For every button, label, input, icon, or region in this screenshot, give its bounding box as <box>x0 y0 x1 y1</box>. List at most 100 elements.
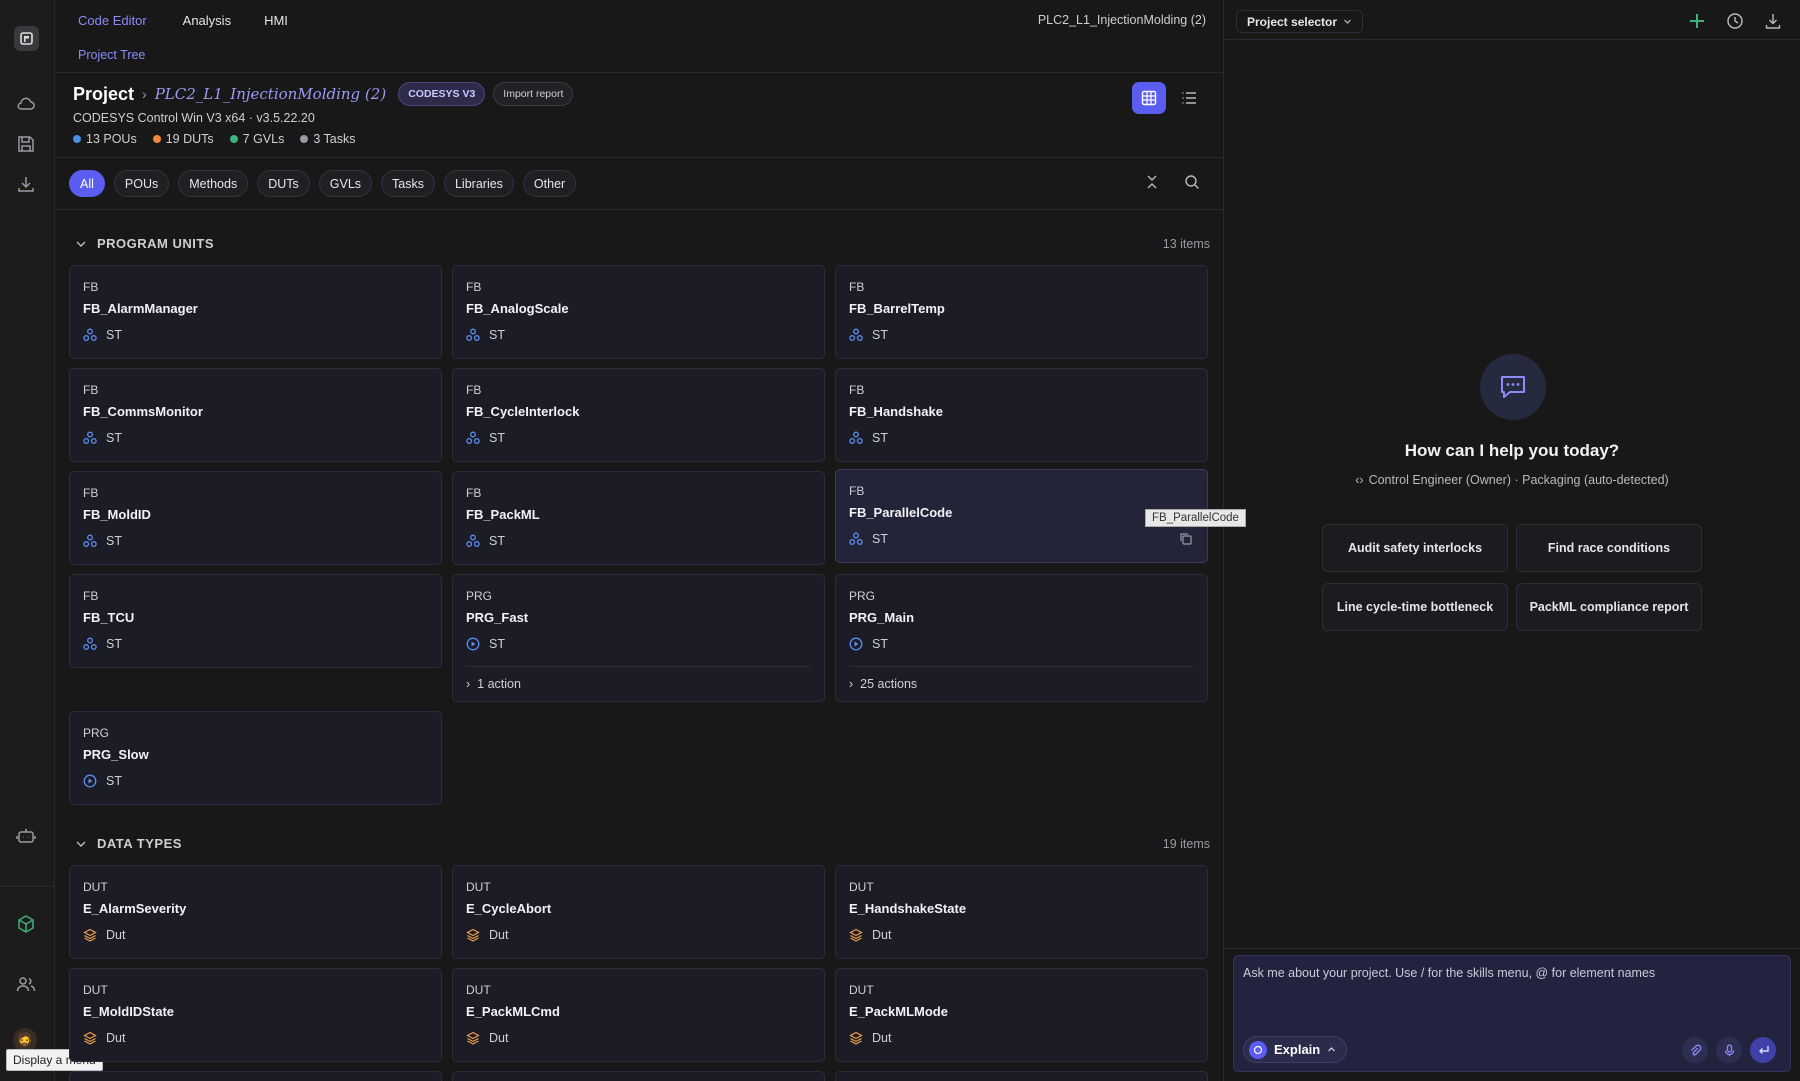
tab-analysis[interactable]: Analysis <box>183 13 231 28</box>
pou-card[interactable]: FB FB_TCU ST <box>69 574 442 668</box>
filter-methods[interactable]: Methods <box>178 170 249 197</box>
dut-card[interactable]: DUT E_PackMLCmd Dut <box>452 968 825 1062</box>
fb-icon <box>83 328 97 341</box>
tab-code-editor[interactable]: Code Editor <box>78 13 147 28</box>
download-icon[interactable] <box>16 174 36 194</box>
pou-lang: ST <box>106 637 122 651</box>
package-icon[interactable] <box>16 914 36 934</box>
fb-icon <box>466 328 480 341</box>
attach-icon[interactable] <box>1682 1037 1708 1063</box>
pou-name: PRG_Main <box>849 610 915 625</box>
project-header: Project › PLC2_L1_InjectionMolding (2) C… <box>73 82 574 106</box>
collapse-all-icon[interactable] <box>1144 174 1160 190</box>
pou-kind: FB <box>466 280 482 294</box>
pou-name: FB_MoldID <box>83 507 151 522</box>
copy-icon[interactable] <box>1179 532 1192 548</box>
download-icon[interactable] <box>1764 12 1782 30</box>
import-report-button[interactable]: Import report <box>493 82 574 106</box>
tab-project-tree[interactable]: Project Tree <box>78 48 145 62</box>
pou-lang: ST <box>489 328 505 342</box>
dut-name: E_AlarmSeverity <box>83 901 187 916</box>
dut-card-partial[interactable] <box>69 1071 442 1081</box>
prg-icon <box>849 637 863 651</box>
fb-icon <box>849 328 863 341</box>
suggestion-button[interactable]: Find race conditions <box>1516 524 1702 572</box>
filter-tasks[interactable]: Tasks <box>381 170 435 197</box>
actions-expander[interactable]: › 1 action <box>466 666 811 691</box>
actions-expander[interactable]: › 25 actions <box>849 666 1194 691</box>
dut-card[interactable]: DUT E_PackMLMode Dut <box>835 968 1208 1062</box>
prg-icon <box>83 774 97 788</box>
history-icon[interactable] <box>1726 12 1744 30</box>
pou-kind: PRG <box>849 589 876 603</box>
project-name[interactable]: PLC2_L1_InjectionMolding (2) <box>155 85 386 103</box>
grid-view-button[interactable] <box>1132 82 1166 114</box>
save-icon[interactable] <box>16 134 36 154</box>
chat-input[interactable]: Ask me about your project. Use / for the… <box>1233 955 1791 1072</box>
sub-nav: Project Tree <box>56 40 1224 73</box>
search-icon[interactable] <box>1184 174 1200 190</box>
filter-other[interactable]: Other <box>522 170 577 197</box>
fb-icon <box>466 431 480 444</box>
microphone-icon[interactable] <box>1716 1037 1742 1063</box>
dut-card-partial[interactable] <box>835 1071 1208 1081</box>
pou-kind: FB <box>83 383 99 397</box>
suggestion-button[interactable]: Audit safety interlocks <box>1322 524 1508 572</box>
pou-name: PRG_Slow <box>83 747 149 762</box>
section-data-types[interactable]: DATA TYPES <box>75 836 182 851</box>
dut-card[interactable]: DUT E_AlarmSeverity Dut <box>69 865 442 959</box>
dut-kind: DUT <box>849 983 874 997</box>
pou-lang: ST <box>106 431 122 445</box>
pou-lang: ST <box>106 774 122 788</box>
pou-card[interactable]: FB FB_MoldID ST <box>69 471 442 565</box>
app-logo-icon[interactable] <box>14 26 39 51</box>
dut-card[interactable]: DUT E_CycleAbort Dut <box>452 865 825 959</box>
dut-card-partial[interactable] <box>452 1071 825 1081</box>
filter-all[interactable]: All <box>69 170 105 197</box>
pou-card[interactable]: FB FB_PackML ST <box>452 471 825 565</box>
page-title: Project <box>73 83 135 104</box>
suggestion-button[interactable]: PackML compliance report <box>1516 583 1702 631</box>
project-file-name: PLC2_L1_InjectionMolding (2) <box>1037 13 1206 27</box>
suggestion-button[interactable]: Line cycle-time bottleneck <box>1322 583 1508 631</box>
filter-pous[interactable]: POUs <box>113 170 170 197</box>
program-units-count: 13 items <box>1162 237 1210 251</box>
pou-card[interactable]: FB FB_AnalogScale ST <box>452 265 825 359</box>
list-view-button[interactable] <box>1172 82 1206 114</box>
filter-gvls[interactable]: GVLs <box>318 170 373 197</box>
pou-card[interactable]: FB FB_Handshake ST <box>835 368 1208 462</box>
pou-kind: FB <box>466 383 482 397</box>
project-stats: 13 POUs 19 DUTs 7 GVLs 3 Tasks <box>73 132 356 146</box>
chevron-up-icon <box>1328 1047 1336 1052</box>
pou-card[interactable]: FB FB_BarrelTemp ST <box>835 265 1208 359</box>
pou-card[interactable]: PRG PRG_Main ST › 25 actions <box>835 574 1208 702</box>
dut-card[interactable]: DUT E_HandshakeState Dut <box>835 865 1208 959</box>
mode-selector[interactable]: Explain <box>1243 1036 1348 1063</box>
assistant-greeting: How can I help you today? <box>1404 441 1620 460</box>
pou-name: PRG_Fast <box>466 610 529 625</box>
users-icon[interactable] <box>16 974 36 994</box>
filter-libraries[interactable]: Libraries <box>443 170 514 197</box>
pou-card[interactable]: PRG PRG_Slow ST <box>69 711 442 805</box>
prg-icon <box>466 637 480 651</box>
platform-badge: CODESYS V3 <box>398 82 486 106</box>
pou-card[interactable]: PRG PRG_Fast ST › 1 action <box>452 574 825 702</box>
dut-card[interactable]: DUT E_MoldIDState Dut <box>69 968 442 1062</box>
pou-name: FB_TCU <box>83 610 135 625</box>
cloud-icon[interactable] <box>16 94 36 114</box>
pou-card[interactable]: FB FB_AlarmManager ST <box>69 265 442 359</box>
add-icon[interactable] <box>1688 12 1706 30</box>
tab-hmi[interactable]: HMI <box>264 13 288 28</box>
fb-icon <box>849 431 863 444</box>
send-button[interactable] <box>1750 1037 1776 1063</box>
pou-card[interactable]: FB FB_CommsMonitor ST <box>69 368 442 462</box>
robot-icon[interactable] <box>16 826 36 846</box>
section-program-units[interactable]: PROGRAM UNITS <box>75 236 214 251</box>
filter-duts[interactable]: DUTs <box>257 170 310 197</box>
project-selector-dropdown[interactable]: Project selector <box>1236 10 1364 33</box>
pou-card[interactable]: FB FB_CycleInterlock ST <box>452 368 825 462</box>
pou-kind: FB <box>83 589 99 603</box>
layers-icon <box>849 928 863 942</box>
chat-icon <box>1249 1040 1267 1059</box>
fb-icon <box>466 534 480 547</box>
